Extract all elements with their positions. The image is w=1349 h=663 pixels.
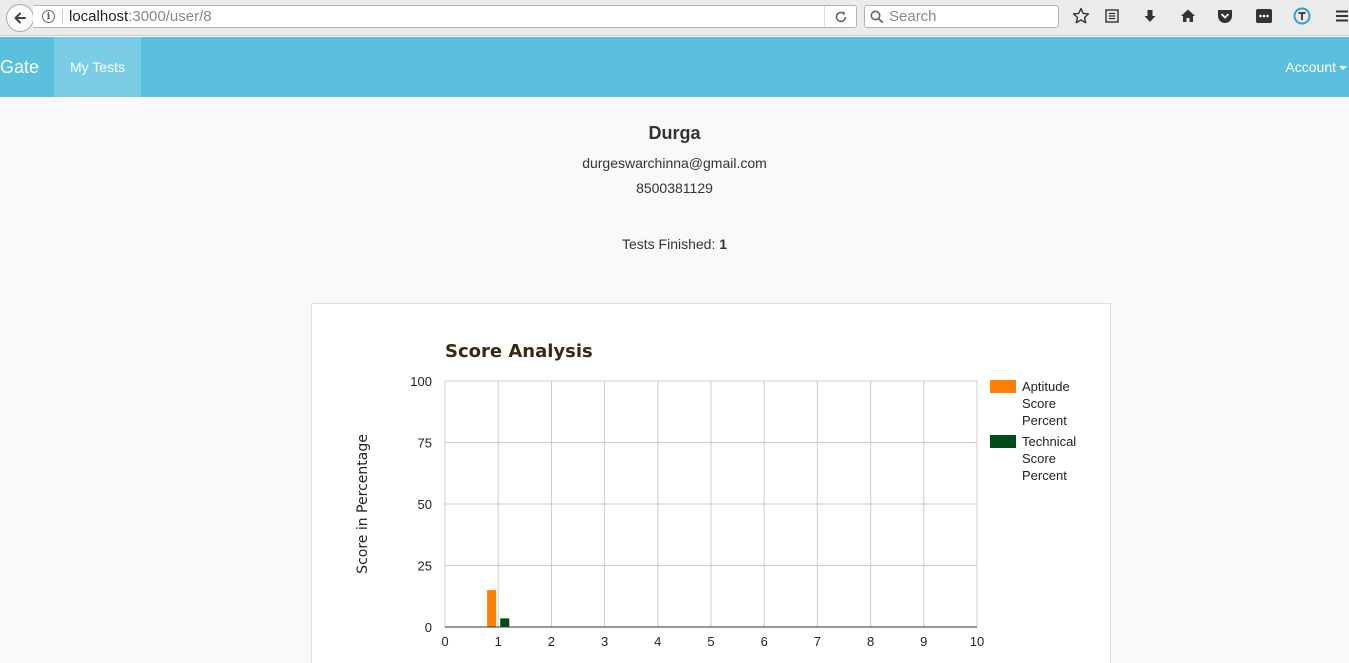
profile-name: Durga — [648, 123, 701, 143]
profile-email: durgeswarchinna@gmail.com — [582, 155, 767, 171]
reload-icon — [835, 11, 846, 22]
x-tick-label: 6 — [761, 634, 768, 649]
navbar: Gate My Tests Account — [0, 37, 1349, 97]
x-tick-label: 9 — [920, 634, 927, 649]
back-button[interactable] — [6, 4, 34, 32]
bar-aptitude[interactable] — [487, 590, 497, 627]
bookmark-star-icon[interactable] — [1071, 6, 1091, 26]
x-tick-label: 3 — [601, 634, 608, 649]
x-tick-label: 0 — [441, 634, 448, 649]
browser-toolbar: i localhost:3000/user/8 Search — [0, 0, 1349, 36]
caret-down-icon — [1339, 66, 1347, 71]
x-tick-label: 7 — [814, 634, 821, 649]
x-tick-label: 1 — [495, 634, 502, 649]
x-tick-label: 2 — [548, 634, 555, 649]
search-input[interactable]: Search — [889, 8, 937, 25]
chart-legend: Aptitude Score Percent Technical Score P… — [990, 378, 1100, 488]
info-icon[interactable]: i — [42, 10, 55, 23]
x-tick-label: 8 — [867, 634, 874, 649]
y-tick-label: 25 — [418, 559, 432, 574]
pocket-icon[interactable] — [1215, 6, 1235, 26]
x-tick-label: 5 — [707, 634, 714, 649]
nav-account-label: Account — [1285, 59, 1336, 75]
legend-label-technical: Technical Score Percent — [1022, 434, 1077, 483]
url-text[interactable]: localhost:3000/user/8 — [69, 8, 212, 25]
y-tick-label: 75 — [418, 436, 432, 451]
chart-panel: 0 1 2 3 4 5 6 7 8 9 10 0 25 50 75 100 Score Analysis Sc… — [311, 303, 1111, 663]
reload-button[interactable] — [824, 6, 856, 27]
profile-phone: 8500381129 — [636, 180, 713, 196]
bar-technical[interactable] — [500, 618, 510, 627]
search-bar[interactable]: Search — [864, 5, 1059, 28]
download-icon[interactable] — [1140, 6, 1160, 26]
navbar-brand[interactable]: Gate — [0, 37, 39, 97]
tests-finished-count: 1 — [719, 236, 728, 252]
url-separator — [62, 9, 63, 24]
legend-item-technical[interactable]: Technical Score Percent — [990, 433, 1100, 484]
legend-swatch-technical — [990, 435, 1016, 448]
tests-finished-label: Tests Finished: — [621, 236, 716, 252]
back-arrow-icon — [14, 12, 26, 24]
reading-list-icon[interactable] — [1102, 6, 1122, 26]
legend-label-aptitude: Aptitude Score Percent — [1022, 379, 1070, 428]
extension-icon[interactable] — [1254, 6, 1274, 26]
y-tick-label: 50 — [418, 497, 432, 512]
y-tick-label: 100 — [410, 374, 432, 389]
chart-title: Score Analysis — [445, 341, 593, 362]
search-icon — [870, 10, 884, 24]
legend-swatch-aptitude — [990, 380, 1016, 393]
tests-finished: Tests Finished: 1 — [0, 236, 1349, 252]
nav-my-tests[interactable]: My Tests — [54, 37, 141, 97]
y-tick-label: 0 — [425, 620, 432, 635]
addon-logo-icon[interactable] — [1292, 6, 1312, 26]
legend-item-aptitude[interactable]: Aptitude Score Percent — [990, 378, 1100, 429]
nav-account-dropdown[interactable]: Account — [1285, 37, 1349, 97]
url-host: localhost — [69, 8, 129, 25]
url-bar[interactable]: i localhost:3000/user/8 — [33, 5, 857, 28]
x-tick-label: 4 — [654, 634, 661, 649]
menu-icon[interactable] — [1332, 6, 1349, 26]
url-path: :3000/user/8 — [128, 8, 212, 25]
home-icon[interactable] — [1178, 6, 1198, 26]
x-tick-label: 10 — [970, 634, 984, 649]
chart-y-axis-label: Score in Percentage — [355, 434, 371, 574]
